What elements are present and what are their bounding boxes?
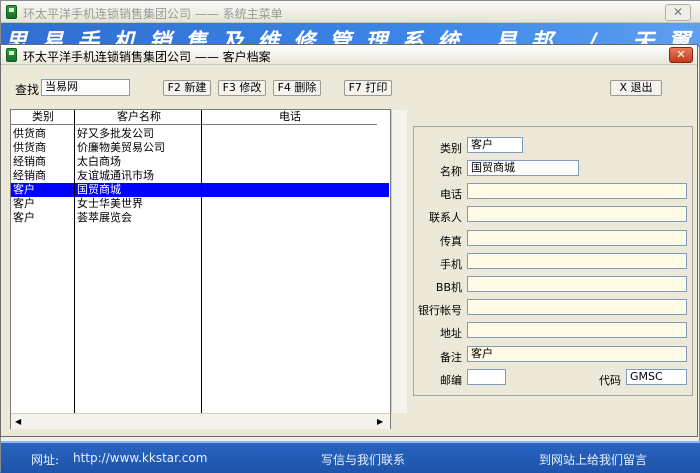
name-field[interactable]: 国贸商城 bbox=[467, 160, 579, 176]
footer-message-link[interactable]: 到网站上给我们留言 bbox=[539, 451, 647, 468]
row-name: 荟萃展览会 bbox=[77, 211, 132, 224]
customer-list[interactable]: 类别 客户名称 电话 供货商 好又多批发公司 供货商 价廉物美贸易公司 经销商 太白商场经… bbox=[10, 109, 407, 429]
row-type: 供货商 bbox=[13, 127, 46, 140]
horizontal-scrollbar[interactable]: ◀ ▶ bbox=[11, 413, 390, 429]
exit-button[interactable]: X 退出 bbox=[610, 80, 662, 96]
table-row[interactable]: 供货商 好又多批发公司 bbox=[11, 127, 389, 141]
table-row[interactable]: 客户 荟萃展览会 bbox=[11, 211, 389, 225]
print-button[interactable]: F7 打印 bbox=[344, 80, 392, 96]
delete-button[interactable]: F4 删除 bbox=[273, 80, 321, 96]
fax-field[interactable] bbox=[467, 230, 687, 246]
remark-field[interactable]: 客户 bbox=[467, 346, 687, 362]
list-header: 类别 客户名称 电话 bbox=[11, 110, 377, 125]
contact-field[interactable] bbox=[467, 206, 687, 222]
remark-label: 备注 bbox=[440, 351, 462, 364]
fax-label: 传真 bbox=[440, 235, 462, 248]
row-type: 经销商 bbox=[13, 155, 46, 168]
dialog-app-icon bbox=[6, 48, 17, 62]
search-input[interactable]: 当易网 bbox=[41, 79, 130, 96]
pager-label: BB机 bbox=[435, 281, 462, 294]
table-row[interactable]: 客户 国贸商城 bbox=[11, 183, 389, 197]
address-field[interactable] bbox=[467, 322, 687, 338]
type-field[interactable]: 客户 bbox=[467, 137, 523, 153]
column-header-type[interactable]: 类别 bbox=[11, 110, 75, 125]
column-divider bbox=[201, 110, 202, 413]
row-name: 好又多批发公司 bbox=[77, 127, 154, 140]
table-row[interactable]: 经销商 友谊城通讯市场 bbox=[11, 169, 389, 183]
pager-field[interactable] bbox=[467, 276, 687, 292]
phone-label: 电话 bbox=[440, 188, 462, 201]
name-label: 名称 bbox=[440, 165, 462, 178]
dialog-titlebar: 环太平洋手机连锁销售集团公司 —— 客户档案 ✕ bbox=[1, 45, 697, 65]
bank-account-field[interactable] bbox=[467, 299, 687, 315]
footer-url-label: 网址: bbox=[31, 453, 60, 467]
contact-label: 联系人 bbox=[429, 211, 462, 224]
row-name: 友谊城通讯市场 bbox=[77, 169, 154, 182]
row-type: 客户 bbox=[13, 197, 35, 210]
row-type: 供货商 bbox=[13, 141, 46, 154]
bank-account-label: 银行帐号 bbox=[418, 304, 462, 317]
table-row[interactable]: 经销商 太白商场 bbox=[11, 155, 389, 169]
new-button[interactable]: F2 新建 bbox=[163, 80, 211, 96]
row-type: 经销商 bbox=[13, 169, 46, 182]
code-field[interactable]: GMSC bbox=[626, 369, 687, 385]
main-titlebar: 环太平洋手机连锁销售集团公司 —— 系统主菜单 ✕ bbox=[1, 1, 700, 23]
code-label: 代码 bbox=[599, 374, 621, 387]
footer-url-link[interactable]: http://www.kkstar.com bbox=[73, 451, 207, 465]
mobile-label: 手机 bbox=[440, 258, 462, 271]
row-name: 价廉物美贸易公司 bbox=[77, 141, 165, 154]
mobile-field[interactable] bbox=[467, 253, 687, 269]
row-name: 女士华美世界 bbox=[77, 197, 143, 210]
dialog-close-button[interactable]: ✕ bbox=[669, 47, 693, 63]
type-label: 类别 bbox=[440, 142, 462, 155]
scroll-left-icon[interactable]: ◀ bbox=[15, 417, 21, 426]
customer-dialog: 环太平洋手机连锁销售集团公司 —— 客户档案 ✕ 查找 当易网 F2 新建 F3… bbox=[0, 44, 698, 437]
search-label: 查找 bbox=[15, 83, 40, 97]
dialog-title: 环太平洋手机连锁销售集团公司 —— 客户档案 bbox=[23, 50, 271, 64]
row-name: 国贸商城 bbox=[77, 183, 121, 196]
vertical-scrollbar[interactable] bbox=[391, 110, 407, 413]
address-label: 地址 bbox=[440, 327, 462, 340]
phone-field[interactable] bbox=[467, 183, 687, 199]
table-row[interactable]: 客户 女士华美世界 bbox=[11, 197, 389, 211]
column-header-name[interactable]: 客户名称 bbox=[75, 110, 203, 125]
app-icon bbox=[6, 5, 17, 19]
column-header-phone[interactable]: 电话 bbox=[203, 110, 377, 125]
main-window-title: 环太平洋手机连锁销售集团公司 —— 系统主菜单 bbox=[23, 7, 283, 21]
table-row[interactable]: 供货商 价廉物美贸易公司 bbox=[11, 141, 389, 155]
row-type: 客户 bbox=[13, 211, 35, 224]
footer-mail-link[interactable]: 写信与我们联系 bbox=[321, 451, 405, 468]
main-footer: 网址: http://www.kkstar.com 写信与我们联系 到网站上给我… bbox=[1, 441, 700, 473]
row-name: 太白商场 bbox=[77, 155, 121, 168]
zip-label: 邮编 bbox=[440, 374, 462, 387]
row-type: 客户 bbox=[13, 183, 35, 196]
main-close-button[interactable]: ✕ bbox=[665, 4, 691, 21]
column-divider bbox=[74, 110, 75, 413]
zip-field[interactable] bbox=[467, 369, 506, 385]
edit-button[interactable]: F3 修改 bbox=[218, 80, 266, 96]
scroll-right-icon[interactable]: ▶ bbox=[377, 417, 383, 426]
